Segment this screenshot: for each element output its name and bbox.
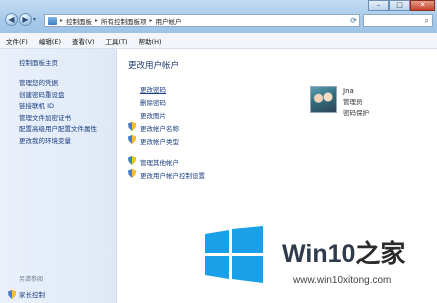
sidebar-item-credentials[interactable]: 管理您的凭据 — [19, 77, 97, 89]
back-arrow-icon: ◀ — [8, 15, 15, 24]
action-label: 管理其他帐户 — [140, 158, 179, 167]
search-input[interactable]: ⌕ — [363, 14, 433, 27]
chevron-right-icon[interactable]: ▸ — [150, 17, 153, 24]
sidebar-item-env-variables[interactable]: 更改我的环境变量 — [19, 135, 97, 147]
see-also-heading: 另请参阅 — [19, 276, 44, 283]
uac-settings-link[interactable]: 更改用户帐户控制设置 — [128, 168, 205, 181]
change-account-name-link[interactable]: 更改帐户名称 — [128, 121, 205, 134]
address-bar[interactable]: ▸ 控制面板 ▸ 所有控制面板项 ▸ 用户帐户 ⟳ — [44, 14, 360, 27]
menu-file[interactable]: 文件(F) — [6, 36, 28, 46]
forward-arrow-icon: ▶ — [22, 15, 29, 24]
menu-edit[interactable]: 编辑(E) — [39, 36, 61, 46]
breadcrumb-control-panel[interactable]: 控制面板 — [66, 16, 92, 26]
action-label: 更改图片 — [140, 111, 166, 120]
menu-help[interactable]: 帮助(H) — [139, 36, 162, 46]
page-title: 更改用户帐户 — [128, 61, 180, 71]
back-button[interactable]: ◀ — [5, 13, 18, 26]
sidebar-item-online-id[interactable]: 链接联机 ID — [19, 100, 97, 112]
action-label: 更改用户帐户控制设置 — [140, 171, 205, 180]
breadcrumb-user-accounts[interactable]: 用户帐户 — [156, 16, 182, 26]
control-panel-icon — [48, 16, 57, 25]
forward-button[interactable]: ▶ — [19, 13, 32, 26]
watermark-url: www.win10xitong.com — [293, 275, 392, 286]
brand-suffix: 之家 — [355, 240, 406, 268]
maximize-button[interactable]: □ — [389, 0, 410, 11]
sidebar: 控制面板主页 管理您的凭据 创建密码重设盘 链接联机 ID 管理文件加密证书 配… — [0, 49, 117, 303]
window-controls: – □ ✕ — [368, 0, 435, 11]
change-account-type-link[interactable]: 更改帐户类型 — [128, 134, 205, 147]
shield-icon — [128, 135, 136, 144]
minimize-button[interactable]: – — [368, 0, 389, 11]
brand-prefix: Win10 — [282, 240, 356, 268]
action-label: 更改帐户类型 — [140, 137, 179, 146]
menu-bar: 文件(F) 编辑(E) 查看(V) 工具(T) 帮助(H) — [0, 33, 437, 49]
user-role: 管理员 — [343, 98, 363, 106]
change-picture-link[interactable]: 更改图片 — [128, 108, 205, 121]
manage-other-accounts-link[interactable]: 管理其他帐户 — [128, 155, 205, 168]
menu-tools[interactable]: 工具(T) — [106, 36, 128, 46]
chevron-right-icon[interactable]: ▸ — [60, 17, 63, 24]
shield-icon — [128, 122, 136, 131]
windows-logo-icon — [205, 226, 263, 283]
user-info: Jna 管理员 密码保护 — [343, 86, 369, 117]
action-label: 删除密码 — [140, 98, 166, 107]
menu-view[interactable]: 查看(V) — [72, 36, 95, 46]
shield-icon — [128, 169, 136, 178]
user-password-status: 密码保护 — [343, 109, 369, 117]
chevron-right-icon[interactable]: ▸ — [95, 17, 98, 24]
sidebar-item-parental-controls[interactable]: 家长控制 — [8, 289, 45, 299]
sidebar-home-link[interactable]: 控制面板主页 — [19, 57, 58, 67]
account-actions: 更改密码 删除密码 更改图片 更改帐户名称 更改帐户类型 管理其他帐户 更改用户… — [128, 82, 205, 181]
history-dropdown-icon[interactable]: ▾ — [33, 16, 36, 23]
refresh-icon[interactable]: ⟳ — [350, 16, 357, 25]
close-button[interactable]: ✕ — [410, 0, 435, 11]
remove-password-link[interactable]: 删除密码 — [128, 95, 205, 108]
shield-icon — [128, 156, 136, 165]
avatar[interactable] — [310, 86, 337, 113]
change-password-link[interactable]: 更改密码 — [128, 82, 205, 95]
sidebar-task-list: 管理您的凭据 创建密码重设盘 链接联机 ID 管理文件加密证书 配置高级用户配置… — [19, 77, 97, 146]
action-label: 更改密码 — [140, 85, 166, 94]
user-name: Jna — [343, 87, 354, 95]
watermark-brand: Win10之家 — [282, 234, 405, 270]
parental-controls-label: 家长控制 — [19, 291, 45, 299]
breadcrumb-all-items[interactable]: 所有控制面板项 — [101, 16, 147, 26]
sidebar-item-profile-properties[interactable]: 配置高级用户配置文件属性 — [19, 123, 97, 135]
shield-icon — [8, 289, 16, 299]
title-bar: ◀ ▶ ▾ ▸ 控制面板 ▸ 所有控制面板项 ▸ 用户帐户 ⟳ ⌕ – □ ✕ — [0, 0, 437, 33]
sidebar-item-reset-disk[interactable]: 创建密码重设盘 — [19, 89, 97, 101]
user-card: Jna 管理员 密码保护 — [310, 86, 369, 117]
action-label: 更改帐户名称 — [140, 124, 179, 133]
sidebar-item-encryption-certs[interactable]: 管理文件加密证书 — [19, 112, 97, 124]
search-icon[interactable]: ⌕ — [425, 16, 429, 26]
